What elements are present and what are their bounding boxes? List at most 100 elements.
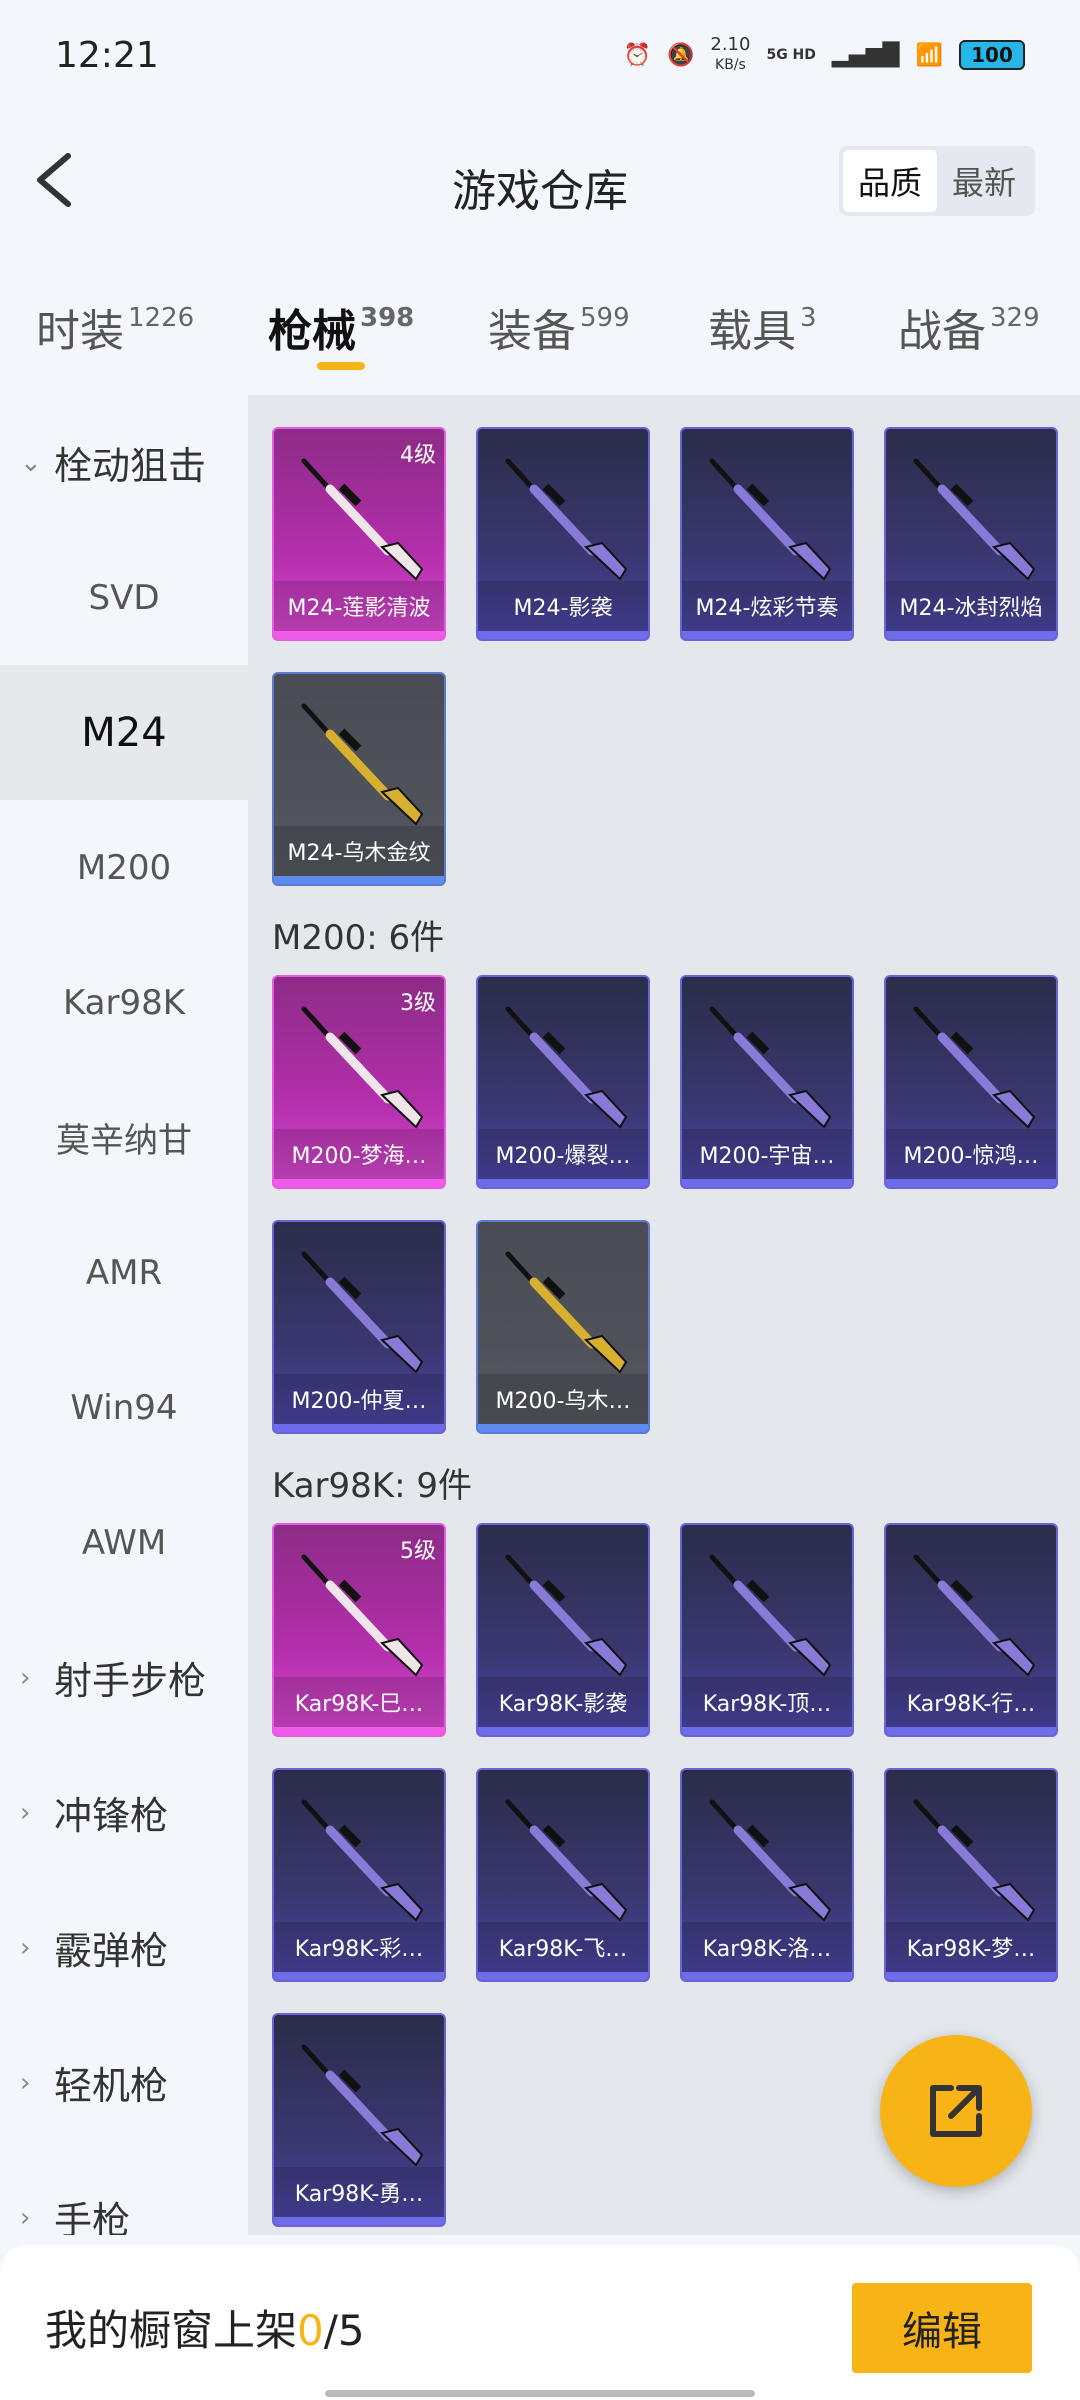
tab-vehicles[interactable]: 载具 3 [708,295,817,359]
rifle-icon [913,1006,1036,1129]
sidebar-group-label: 冲锋枪 [54,1794,169,1838]
item-card[interactable]: Kar98K-梦… [884,1768,1058,1982]
speed-unit: KB/s [715,57,746,73]
sidebar-group-shotgun[interactable]: › 霰弹枪 [0,1880,248,2015]
rarity-bar [682,1972,852,1980]
rifle-icon [913,1799,1036,1922]
sidebar-item-m200[interactable]: M200 [0,800,248,935]
sidebar-item-m24[interactable]: M24 [0,665,248,800]
showcase-total: /5 [323,2306,365,2355]
item-name: Kar98K-行… [886,1677,1056,1727]
sort-quality[interactable]: 品质 [843,150,937,212]
item-name: Kar98K-影袭 [478,1677,648,1727]
sidebar-item-amr[interactable]: AMR [0,1205,248,1340]
sidebar-group-lmg[interactable]: › 轻机枪 [0,2015,248,2150]
item-card[interactable]: M200-仲夏… [272,1220,446,1434]
share-button[interactable] [880,2035,1032,2187]
tab-firearms[interactable]: 枪械 398 [268,295,414,359]
rifle-icon [913,1554,1036,1677]
rarity-bar [478,1424,648,1432]
sidebar-item-kar98k[interactable]: Kar98K [0,935,248,1070]
item-card[interactable]: Kar98K-行… [884,1523,1058,1737]
sidebar-group-dmr[interactable]: › 射手步枪 [0,1610,248,1745]
category-tabs: 时装 1226 枪械 398 装备 599 载具 3 战备 329 [0,265,1080,395]
rifle-icon [709,1006,832,1129]
rifle-icon [709,1799,832,1922]
sidebar-group-label: 手枪 [54,2199,131,2235]
item-name: M200-宇宙… [682,1129,852,1179]
signal-icon: ▂▄▆█ [831,42,900,68]
item-name: M200-爆裂… [478,1129,648,1179]
item-card[interactable]: M24-冰封烈焰 [884,427,1058,641]
section-title-m200: M200: 6件 [272,918,445,958]
tab-supplies[interactable]: 战备 329 [898,295,1040,359]
bottom-bar: 我的橱窗上架0/5 编辑 [0,2245,1080,2400]
sidebar-item-svd[interactable]: SVD [0,530,248,665]
rarity-bar [274,1179,444,1187]
sidebar-item-mosin[interactable]: 莫辛纳甘 [0,1070,248,1205]
rarity-bar [274,1424,444,1432]
item-name: Kar98K-飞… [478,1922,648,1972]
rifle-icon [505,1799,628,1922]
item-card[interactable]: M200-爆裂… [476,975,650,1189]
rifle-icon [301,703,424,826]
rifle-icon [301,1799,424,1922]
header: 游戏仓库 品质 最新 [0,110,1080,250]
sidebar-group-smg[interactable]: › 冲锋枪 [0,1745,248,1880]
item-card[interactable]: Kar98K-顶… [680,1523,854,1737]
item-name: M200-梦海… [274,1129,444,1179]
item-name: M24-冰封烈焰 [886,581,1056,631]
section-title-kar98k: Kar98K: 9件 [272,1466,472,1506]
item-card[interactable]: Kar98K-彩… [272,1768,446,1982]
sort-newest[interactable]: 最新 [937,150,1031,212]
rarity-bar [886,631,1056,639]
chevron-right-icon: › [20,2202,31,2233]
rifle-icon [709,1554,832,1677]
tab-fashion[interactable]: 时装 1226 [36,295,194,359]
rarity-bar [274,1727,444,1735]
sidebar-item-awm[interactable]: AWM [0,1475,248,1610]
item-name: M200-惊鸿… [886,1129,1056,1179]
item-card[interactable]: M24-乌木金纹 [272,672,446,886]
rifle-icon [505,458,628,581]
item-card[interactable]: M200-惊鸿… [884,975,1058,1189]
rarity-bar [274,2217,444,2225]
sidebar-item-win94[interactable]: Win94 [0,1340,248,1475]
item-card[interactable]: 4级 M24-莲影清波 [272,427,446,641]
tab-equipment[interactable]: 装备 599 [488,295,630,359]
item-card[interactable]: M24-影袭 [476,427,650,641]
sidebar-group-label: 轻机枪 [54,2064,169,2108]
chevron-right-icon: › [20,1932,31,1963]
item-grid: M200: 6件 Kar98K: 9件 4级 M24-莲影清波 M24-影袭 M24-… [248,395,1080,2235]
item-card[interactable]: M200-宇宙… [680,975,854,1189]
rifle-icon [301,1554,424,1677]
rarity-bar [682,1727,852,1735]
item-name: Kar98K-洛… [682,1922,852,1972]
battery-indicator: 100 [959,40,1025,70]
sidebar-group-pistol[interactable]: › 手枪 [0,2150,248,2235]
item-card[interactable]: 3级 M200-梦海… [272,975,446,1189]
rarity-bar [886,1179,1056,1187]
rifle-icon [301,1006,424,1129]
external-link-icon [930,2085,982,2137]
rarity-bar [274,876,444,884]
item-name: M24-影袭 [478,581,648,631]
item-card[interactable]: M24-炫彩节奏 [680,427,854,641]
item-card[interactable]: Kar98K-勇… [272,2013,446,2227]
item-name: M200-仲夏… [274,1374,444,1424]
item-name: M24-炫彩节奏 [682,581,852,631]
item-name: M24-莲影清波 [274,581,444,631]
item-card[interactable]: Kar98K-飞… [476,1768,650,1982]
item-card[interactable]: M200-乌木… [476,1220,650,1434]
sidebar: ⌄ 栓动狙击 SVD M24 M200 Kar98K 莫辛纳甘 AMR Win9… [0,395,248,2235]
active-tab-indicator [317,362,365,370]
edit-button[interactable]: 编辑 [852,2283,1032,2373]
wifi-icon: 📶 [915,42,943,68]
home-indicator[interactable] [325,2390,755,2397]
item-name: M200-乌木… [478,1374,648,1424]
item-card[interactable]: 5级 Kar98K-巳… [272,1523,446,1737]
item-card[interactable]: Kar98K-洛… [680,1768,854,1982]
item-card[interactable]: Kar98K-影袭 [476,1523,650,1737]
sidebar-group-bolt-sniper[interactable]: ⌄ 栓动狙击 [0,395,248,530]
showcase-count: 0 [297,2306,324,2355]
